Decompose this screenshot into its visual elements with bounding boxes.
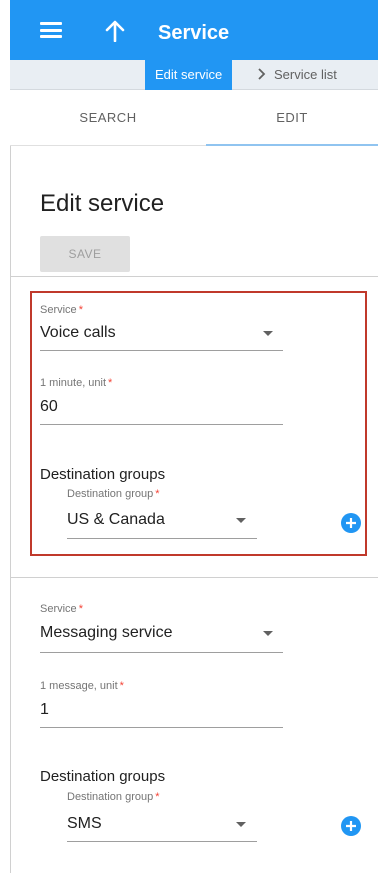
page-title: Edit service [40,190,165,217]
destination-groups-title: Destination groups [40,466,166,483]
service-select-underline [40,350,283,351]
service-select[interactable]: Messaging service [40,624,173,642]
destination-groups-title: Destination groups [40,768,166,785]
tab-active-indicator [206,144,378,146]
breadcrumb: Edit service Service list [10,60,378,90]
unit-input[interactable]: 1 [40,701,49,719]
dropdown-arrow-icon[interactable] [263,331,273,336]
dropdown-arrow-icon[interactable] [236,518,246,523]
unit-field-label: 1 minute, unit * [40,377,113,389]
app-bar: Service [10,0,378,60]
tab-edit[interactable]: EDIT [206,90,378,146]
add-circle-icon[interactable] [341,513,361,533]
breadcrumb-current[interactable]: Edit service [145,60,233,90]
breadcrumb-service-list[interactable]: Service list [274,60,337,90]
unit-input-underline [40,424,283,425]
unit-input[interactable]: 60 [40,398,58,416]
service-select[interactable]: Voice calls [40,324,116,342]
destination-group-select[interactable]: US & Canada [67,511,165,529]
unit-input-underline [40,727,283,728]
app-title: Service [158,22,230,44]
chevron-right-icon [258,68,266,80]
tab-search[interactable]: SEARCH [10,90,206,146]
destination-group-label: Destination group * [67,488,160,500]
service-select-underline [40,652,283,653]
divider [10,577,378,578]
unit-field-label: 1 message, unit * [40,680,124,692]
destination-group-label: Destination group * [67,791,160,803]
dropdown-arrow-icon[interactable] [263,631,273,636]
destination-group-select[interactable]: SMS [67,815,102,833]
service-field-label: Service * [40,603,83,615]
arrow-up-icon[interactable] [105,20,125,42]
menu-icon[interactable] [40,22,62,38]
service-field-label: Service * [40,304,83,316]
tab-bar: SEARCH EDIT [10,90,378,146]
save-button[interactable]: SAVE [40,236,130,272]
dropdown-arrow-icon[interactable] [236,822,246,827]
add-circle-icon[interactable] [341,816,361,836]
destination-group-underline [67,841,257,842]
destination-group-underline [67,538,257,539]
divider [10,276,378,277]
